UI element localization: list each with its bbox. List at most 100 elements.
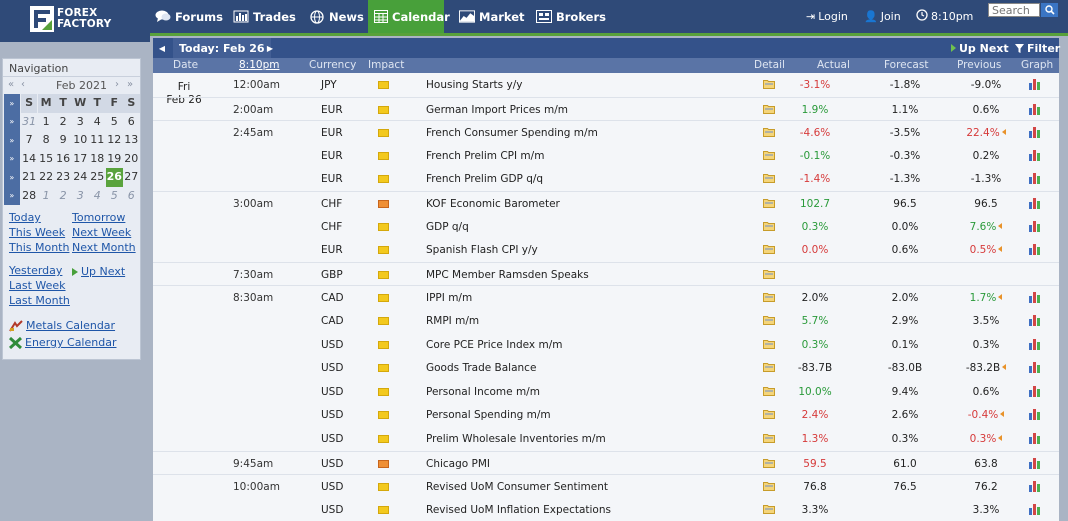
impact-medium-icon[interactable] <box>378 200 389 208</box>
event-row[interactable]: 12:00am JPY Housing Starts y/y -3.1% -1.8% -9… <box>153 73 1059 97</box>
graph-icon[interactable] <box>1028 314 1041 326</box>
link-tomorrow[interactable]: Tomorrow <box>72 211 125 226</box>
calendar-day[interactable]: 2 <box>55 187 72 206</box>
nav-brokers[interactable]: Brokers <box>536 0 606 33</box>
link-next-week[interactable]: Next Week <box>72 226 131 241</box>
link-next-month[interactable]: Next Month <box>72 241 136 256</box>
revision-flag-icon[interactable] <box>1002 364 1007 371</box>
up-next-link-wrap[interactable]: Up Next <box>72 264 125 279</box>
calendar-day[interactable]: 3 <box>72 113 89 132</box>
graph-icon[interactable] <box>1028 197 1041 209</box>
impact-low-icon[interactable] <box>378 246 389 255</box>
link-metals-calendar[interactable]: Metals Calendar <box>26 319 115 332</box>
prev-year-button[interactable]: « <box>8 79 14 90</box>
event-title[interactable]: KOF Economic Barometer <box>426 198 560 210</box>
clock[interactable]: 8:10pm <box>916 0 973 33</box>
search-button[interactable] <box>1041 3 1058 17</box>
event-row[interactable]: 10:00am USD Revised UoM Consumer Sentiment… <box>153 474 1059 498</box>
calendar-day-today[interactable]: 26 <box>105 168 123 187</box>
event-row[interactable]: USD Personal Income m/m 10.0% 9.4% 0.6% <box>153 380 1059 404</box>
detail-folder-icon[interactable] <box>763 433 775 443</box>
event-title[interactable]: Revised UoM Inflation Expectations <box>426 504 611 516</box>
event-title[interactable]: Revised UoM Consumer Sentiment <box>426 481 608 493</box>
impact-low-icon[interactable] <box>378 411 389 420</box>
link-last-month[interactable]: Last Month <box>9 294 72 309</box>
detail-folder-icon[interactable] <box>763 79 775 89</box>
detail-folder-icon[interactable] <box>763 409 775 420</box>
nav-news[interactable]: News <box>309 0 364 33</box>
graph-icon[interactable] <box>1028 480 1041 493</box>
nav-forums[interactable]: Forums <box>155 0 223 33</box>
calendar-day[interactable]: 1 <box>38 187 55 206</box>
graph-icon[interactable] <box>1028 78 1041 90</box>
calendar-day[interactable]: 25 <box>89 168 106 187</box>
event-row[interactable]: 3:00am CHF KOF Economic Barometer 102.7 96.5… <box>153 191 1059 215</box>
revision-flag-icon[interactable] <box>998 222 1003 229</box>
event-row[interactable]: EUR Spanish Flash CPI y/y 0.0% 0.6% 0.5% <box>153 238 1059 262</box>
graph-icon[interactable] <box>1028 408 1041 421</box>
forex-factory-logo[interactable]: FOREX FACTORY <box>0 0 150 42</box>
impact-low-icon[interactable] <box>378 317 389 325</box>
calendar-day[interactable]: 15 <box>38 150 55 169</box>
revision-flag-icon[interactable] <box>1000 411 1005 418</box>
event-title[interactable]: Prelim Wholesale Inventories m/m <box>426 433 606 445</box>
impact-low-icon[interactable] <box>378 105 389 114</box>
nav-calendar[interactable]: Calendar <box>368 0 450 33</box>
event-row[interactable]: USD Core PCE Price Index m/m 0.3% 0.1% 0.3% <box>153 333 1059 357</box>
event-row[interactable]: 9:45am USD Chicago PMI 59.5 61.0 63.8 <box>153 450 1059 475</box>
calendar-day[interactable]: 12 <box>106 131 123 150</box>
calendar-day[interactable]: 10 <box>72 131 89 150</box>
link-last-week[interactable]: Last Week <box>9 279 72 294</box>
calendar-day[interactable]: 17 <box>72 150 89 169</box>
impact-low-icon[interactable] <box>378 505 389 514</box>
graph-icon[interactable] <box>1028 220 1041 232</box>
calendar-day[interactable]: 9 <box>55 131 72 150</box>
next-year-button[interactable]: » <box>127 79 133 90</box>
calendar-day[interactable]: 19 <box>106 150 123 169</box>
calendar-day[interactable]: 4 <box>89 187 106 206</box>
calendar-day[interactable]: 18 <box>89 150 106 169</box>
event-row[interactable]: EUR French Prelim CPI m/m -0.1% -0.3% 0.2% <box>153 144 1059 168</box>
event-title[interactable]: Goods Trade Balance <box>426 362 536 374</box>
event-title[interactable]: French Prelim GDP q/q <box>426 173 543 185</box>
detail-folder-icon[interactable] <box>763 269 775 279</box>
calendar-day[interactable]: 1 <box>38 113 55 132</box>
impact-low-icon[interactable] <box>378 483 389 492</box>
revision-flag-icon[interactable] <box>1001 129 1006 136</box>
event-title[interactable]: Core PCE Price Index m/m <box>426 339 562 351</box>
graph-icon[interactable] <box>1028 103 1041 115</box>
week-select-button[interactable]: » <box>4 186 20 205</box>
impact-low-icon[interactable] <box>378 270 389 279</box>
event-title[interactable]: MPC Member Ramsden Speaks <box>426 269 589 281</box>
detail-folder-icon[interactable] <box>763 386 775 396</box>
link-energy-calendar[interactable]: Energy Calendar <box>25 336 116 349</box>
calendar-day[interactable]: 16 <box>55 150 72 169</box>
revision-flag-icon[interactable] <box>998 294 1003 301</box>
detail-folder-icon[interactable] <box>763 458 775 468</box>
graph-icon[interactable] <box>1028 503 1041 515</box>
event-title[interactable]: Personal Income m/m <box>426 386 540 398</box>
event-row[interactable]: 2:00am EUR German Import Prices m/m 1.9% 1.1… <box>153 96 1059 121</box>
event-title[interactable]: Personal Spending m/m <box>426 409 551 421</box>
detail-folder-icon[interactable] <box>763 173 775 184</box>
event-row[interactable]: USD Goods Trade Balance -83.7B -83.0B -83.2B <box>153 356 1059 380</box>
impact-low-icon[interactable] <box>378 175 389 184</box>
calendar-day[interactable]: 5 <box>106 113 123 132</box>
login-link[interactable]: ⇥ Login <box>806 0 848 33</box>
event-title[interactable]: Chicago PMI <box>426 458 490 470</box>
impact-low-icon[interactable] <box>378 151 389 160</box>
calendar-day[interactable]: 23 <box>55 168 72 187</box>
detail-folder-icon[interactable] <box>763 221 775 231</box>
calendar-day[interactable]: 27 <box>123 168 140 187</box>
event-row[interactable]: CAD RMPI m/m 5.7% 2.9% 3.5% <box>153 309 1059 333</box>
link-today[interactable]: Today <box>9 211 72 226</box>
calendar-day[interactable]: 3 <box>72 187 89 206</box>
graph-icon[interactable] <box>1028 172 1041 185</box>
nav-trades[interactable]: Trades <box>233 0 296 33</box>
calendar-day[interactable]: 7 <box>21 131 38 150</box>
week-select-button[interactable]: » <box>4 168 20 187</box>
impact-low-icon[interactable] <box>378 340 389 349</box>
detail-folder-icon[interactable] <box>763 339 775 349</box>
nav-market[interactable]: Market <box>459 0 525 33</box>
event-row[interactable]: USD Revised UoM Inflation Expectations 3.3… <box>153 498 1059 521</box>
